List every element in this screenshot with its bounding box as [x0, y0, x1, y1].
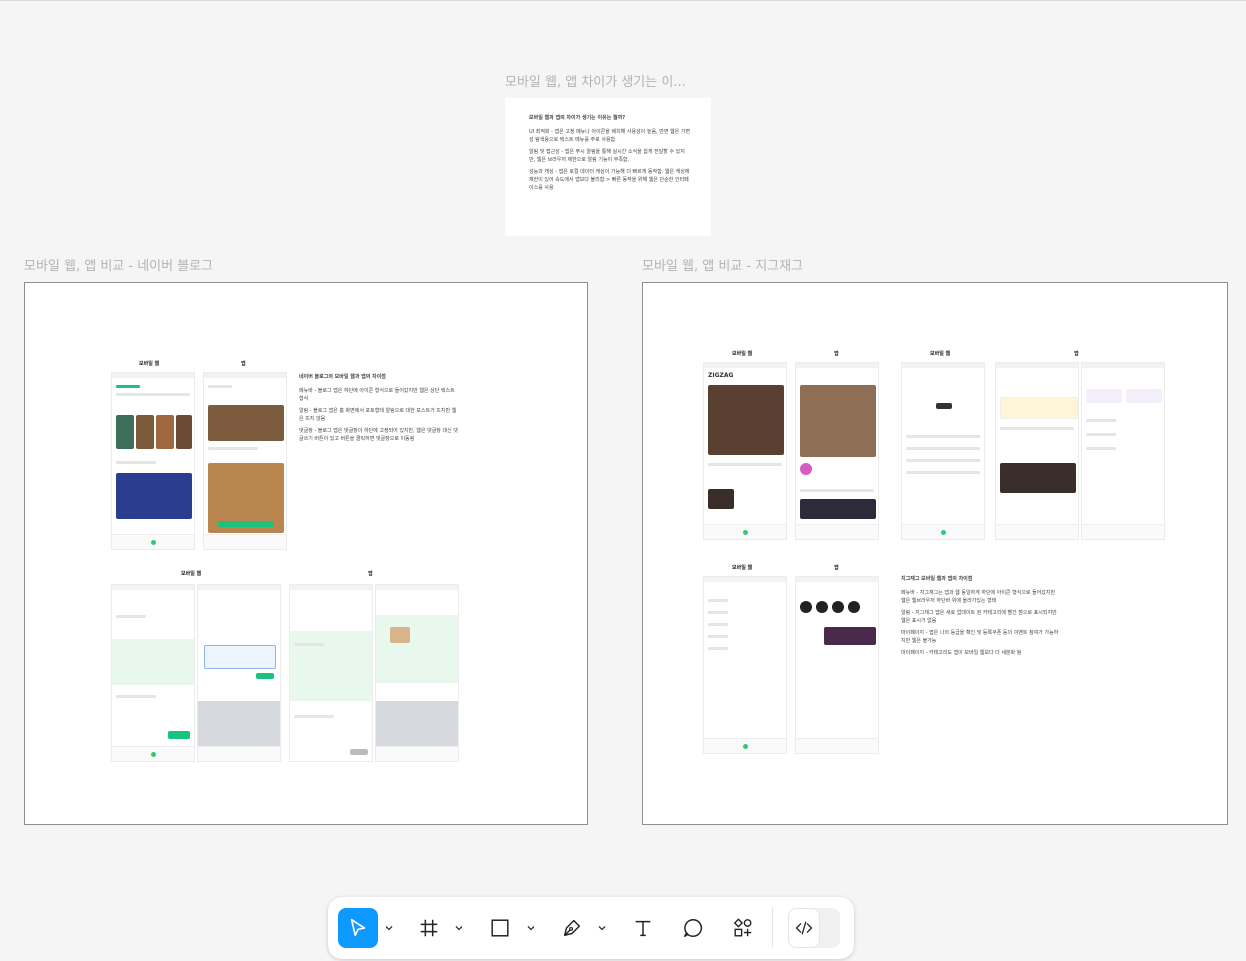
- zigzag-frame-label[interactable]: 모바일 웹, 앱 비교 - 지그재그: [642, 255, 803, 274]
- naver-app-screen: [203, 372, 287, 550]
- text-icon: [635, 920, 651, 937]
- column-label: 모바일 웹: [930, 351, 951, 357]
- top-card-heading: 모바일 웹과 앱의 차이가 생기는 이유는 뭘까?: [529, 115, 626, 121]
- top-card-label[interactable]: 모바일 웹, 앱 차이가 생기는 이...: [505, 71, 686, 90]
- bottom-toolbar: [328, 897, 854, 959]
- chevron-down-icon[interactable]: [597, 923, 607, 933]
- column-label: 앱: [241, 361, 246, 367]
- column-label: 모바일 웹: [139, 361, 160, 367]
- naver-note-paragraph: 댓글창 - 블로그 앱은 댓글창이 하단에 고정되어 있지만, 웹은 댓글창 대…: [299, 428, 458, 442]
- column-label: 모바일 웹: [732, 565, 753, 571]
- naver-mobile-web-screen: [111, 372, 195, 550]
- column-label: 모바일 웹: [732, 351, 753, 357]
- zigzag-frame[interactable]: 모바일 웹 앱 모바일 웹 앱 ZIGZAG 모바일 웹 앱 지그재그 모바일 …: [642, 282, 1228, 825]
- toolbar-divider: [772, 907, 773, 947]
- zigzag-note-paragraph: 마이페이지 - 카테고리도 앱이 모바일 웹보다 더 세분화 됨: [901, 650, 1022, 656]
- actions-tool-button[interactable]: [723, 908, 763, 948]
- dev-mode-button[interactable]: [788, 908, 820, 948]
- top-card-paragraph: 성능과 캐싱 - 앱은 로컬 데이터 캐싱이 가능해 더 빠르게 동작함. 웹은…: [529, 169, 690, 191]
- naver-comment-web-keyboard-screen: [197, 584, 281, 762]
- naver-note-paragraph: 알림 - 블로그 앱은 홈 화면에서 포토형태 알림으로 대한 포스트가 뜨지만…: [299, 408, 457, 422]
- zigzag-note-paragraph: 마이페이지 - 앱은 나의 등급을 확인 및 등록쿠폰 등의 이벤트 참여가 가…: [901, 630, 1059, 644]
- zigzag-note-heading: 지그재그 모바일 웹과 앱의 차이점: [901, 576, 973, 582]
- column-label: 앱: [834, 351, 839, 357]
- chevron-down-icon[interactable]: [454, 923, 464, 933]
- pen-icon: [563, 919, 581, 937]
- frame-tool-button[interactable]: [409, 908, 449, 948]
- zigzag-note-paragraph: 메뉴바 - 지그재그는 앱과 웹 동일하게 하단에 아이콘 형식으로 들어갔지만…: [901, 590, 1056, 604]
- rectangle-tool-button[interactable]: [480, 908, 520, 948]
- chevron-down-icon[interactable]: [526, 923, 536, 933]
- top-card-paragraph: UI 최적화 - 앱은 고정 메뉴나 아이콘을 배치해 사용성이 높음, 반면 …: [529, 129, 691, 143]
- dev-mode-toggle[interactable]: [788, 908, 840, 948]
- naver-note-heading: 네이버 블로그의 모바일 웹과 앱의 차이점: [299, 374, 386, 380]
- column-label: 앱: [1074, 351, 1079, 357]
- zigzag-app-mypage-screen: [995, 362, 1079, 540]
- canvas-top-border: [0, 0, 1246, 1]
- naver-comment-web-screen: [111, 584, 195, 762]
- shapes-plus-icon: [733, 918, 752, 937]
- top-card-paragraph: 알림 및 접근성 - 앱은 푸시 알림을 통해 실시간 소식을 쉽게 전달할 수…: [529, 149, 685, 163]
- top-note-card[interactable]: 모바일 웹과 앱의 차이가 생기는 이유는 뭘까? UI 최적화 - 앱은 고정…: [505, 98, 711, 236]
- zigzag-app-category-screen: [1081, 362, 1165, 540]
- comment-tool-button[interactable]: [673, 908, 713, 948]
- zigzag-web-home-screen: ZIGZAG: [703, 362, 787, 540]
- column-label: 모바일 웹: [181, 571, 202, 577]
- rectangle-icon: [491, 919, 509, 937]
- naver-note-paragraph: 메뉴바 - 블로그 앱은 하단에 아이콘 형식으로 들어갔지만 웹은 상단 텍스…: [299, 388, 455, 402]
- zigzag-app-category-detail-screen: [795, 576, 879, 754]
- zigzag-web-mypage-screen: [901, 362, 985, 540]
- naver-frame[interactable]: 모바일 웹 앱 네이버 블로그의 모바일 웹과 앱의 차이점 메뉴바 - 블로그…: [24, 282, 588, 825]
- column-label: 앱: [368, 571, 373, 577]
- move-tool-button[interactable]: [338, 908, 378, 948]
- zigzag-note-paragraph: 알림 - 지그재그 앱은 새로 업데이트 된 카테고리에 빨간 점으로 표시되지…: [901, 610, 1057, 624]
- comment-icon: [684, 919, 703, 937]
- zigzag-logo: ZIGZAG: [708, 372, 734, 379]
- naver-comment-app-screen: [289, 584, 373, 762]
- code-brackets-icon: [795, 921, 813, 935]
- frame-hash-icon: [420, 919, 438, 937]
- pen-tool-button[interactable]: [552, 908, 592, 948]
- naver-frame-label[interactable]: 모바일 웹, 앱 비교 - 네이버 블로그: [24, 255, 213, 274]
- zigzag-app-home-screen: [795, 362, 879, 540]
- naver-comment-app-keyboard-screen: [375, 584, 459, 762]
- cursor-arrow-icon: [350, 918, 366, 937]
- text-tool-button[interactable]: [623, 908, 663, 948]
- chevron-down-icon[interactable]: [384, 923, 394, 933]
- column-label: 앱: [834, 565, 839, 571]
- zigzag-web-category-screen: [703, 576, 787, 754]
